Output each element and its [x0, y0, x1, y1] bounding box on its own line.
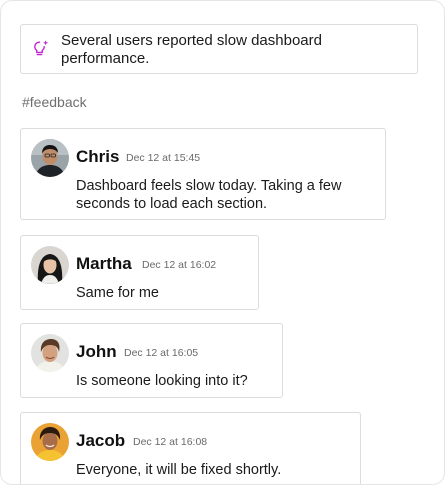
message-text: Dashboard feels slow today. Taking a few… — [76, 178, 342, 212]
timestamp: Dec 12 at 16:08 — [133, 436, 208, 448]
timestamp: Dec 12 at 16:02 — [142, 259, 217, 271]
message-text: Everyone, it will be fixed shortly. — [76, 462, 282, 478]
message-card: Martha Dec 12 at 16:02 Same for me — [20, 235, 259, 310]
message-card: Jacob Dec 12 at 16:08 Everyone, it will … — [20, 412, 361, 484]
author-name[interactable]: Jacob — [76, 431, 125, 451]
feedback-panel: Several users reported slow dashboard pe… — [0, 0, 445, 485]
message-card: John Dec 12 at 16:05 Is someone looking … — [20, 323, 283, 398]
summary-text: Several users reported slow dashboard pe… — [61, 32, 322, 67]
summary-card: Several users reported slow dashboard pe… — [20, 24, 418, 74]
avatar[interactable] — [31, 139, 69, 177]
avatar[interactable] — [31, 423, 69, 461]
avatar[interactable] — [31, 334, 69, 372]
lightbulb-sparkle-icon — [32, 39, 50, 57]
channel-name: #feedback — [22, 94, 87, 110]
message-text: Same for me — [76, 285, 159, 301]
author-name[interactable]: Martha — [76, 254, 132, 274]
avatar[interactable] — [31, 246, 69, 284]
timestamp: Dec 12 at 15:45 — [126, 152, 201, 164]
author-name[interactable]: Chris — [76, 147, 119, 167]
message-text: Is someone looking into it? — [76, 373, 248, 389]
message-card: Chris Dec 12 at 15:45 Dashboard feels sl… — [20, 128, 386, 220]
author-name[interactable]: John — [76, 342, 117, 362]
timestamp: Dec 12 at 16:05 — [124, 347, 199, 359]
